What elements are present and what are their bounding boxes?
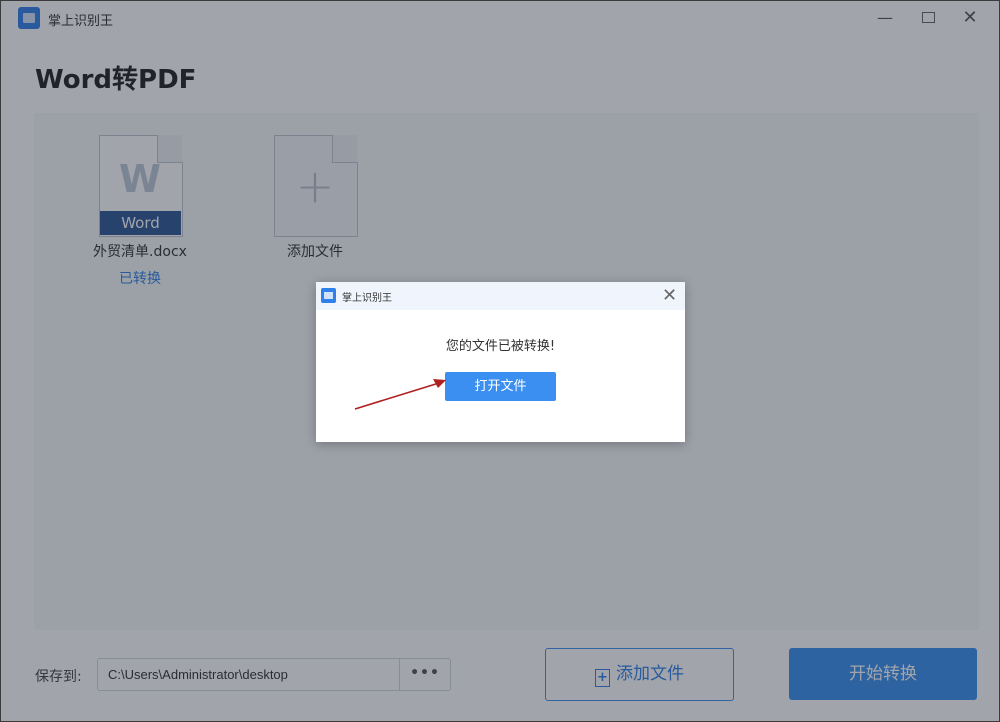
dialog-message: 您的文件已被转换! [445,339,556,354]
dialog-close-button[interactable]: ✕ [662,286,677,306]
arrow-line [354,382,440,410]
dialog-title-bar: 掌上识别王 ✕ [316,282,685,310]
dialog-logo-icon [321,288,336,303]
open-file-button[interactable]: 打开文件 [445,372,556,401]
dialog-title: 掌上识别王 [342,293,392,304]
app-window: 掌上识别王 — ✕ Word转PDF W Word 外贸清单.docx 已转换 … [0,0,1000,722]
red-arrow-annotation-icon [354,379,446,410]
conversion-dialog: 掌上识别王 ✕ 您的文件已被转换! 打开文件 [316,282,685,442]
